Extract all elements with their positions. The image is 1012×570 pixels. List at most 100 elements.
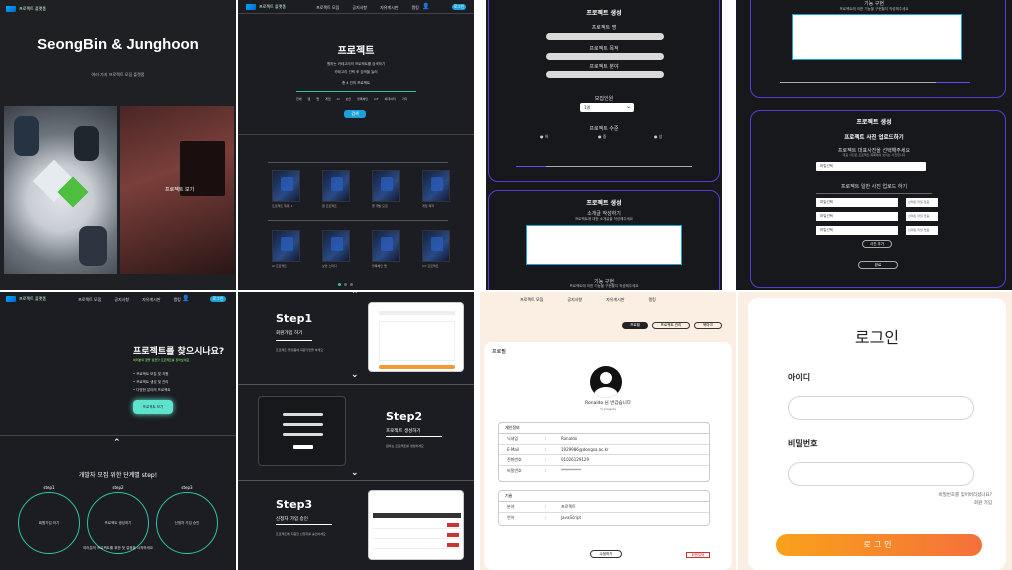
login-button[interactable]: 로그인 bbox=[210, 296, 226, 302]
pagination[interactable] bbox=[338, 283, 353, 286]
tab-project-manage[interactable]: 프로젝트 관리 bbox=[652, 322, 690, 329]
id-input[interactable] bbox=[788, 396, 974, 420]
page-title: 프로젝트 bbox=[337, 46, 375, 57]
file-input-1[interactable]: 파일선택 bbox=[816, 198, 898, 207]
category-option[interactable]: 웹 bbox=[308, 97, 311, 101]
intro-textarea[interactable] bbox=[526, 225, 682, 265]
done-button[interactable]: 완료 bbox=[858, 261, 898, 269]
nav-board[interactable]: 자유게시판 bbox=[380, 5, 398, 11]
password-input[interactable] bbox=[788, 462, 974, 486]
step-number: step2 bbox=[112, 485, 124, 490]
chevron-up-icon[interactable]: ⌃ bbox=[351, 292, 359, 300]
avatar bbox=[590, 366, 622, 398]
project-card-thumb[interactable] bbox=[272, 170, 300, 202]
withdraw-button[interactable]: 회원탈퇴 bbox=[686, 552, 710, 558]
skill-textarea[interactable] bbox=[792, 14, 962, 60]
level-radio-low[interactable]: ● 하 bbox=[540, 134, 548, 140]
step-number: step3 bbox=[181, 485, 193, 490]
cta-button[interactable]: 프로젝트 보기 bbox=[133, 400, 173, 414]
category-option[interactable]: AI bbox=[337, 97, 340, 101]
project-card-thumb[interactable] bbox=[422, 230, 450, 262]
category-option[interactable]: 빅데이터 bbox=[385, 97, 396, 101]
nav-recruit[interactable]: 프로젝트 모집 bbox=[520, 297, 543, 303]
brand-logo[interactable]: 프로젝트 플랫폼 bbox=[6, 6, 46, 12]
nav-notice[interactable]: 공지사항 bbox=[567, 297, 582, 303]
tab-bookmark[interactable]: 북마크 bbox=[694, 322, 722, 329]
brand-logo[interactable]: 프로젝트 플랫폼 bbox=[246, 4, 286, 10]
nav-recruit[interactable]: 프로젝트 모집 bbox=[78, 297, 101, 303]
recruit-value: 1명 bbox=[584, 105, 591, 110]
project-card-thumb[interactable] bbox=[272, 230, 300, 262]
category-option[interactable]: IoT bbox=[374, 97, 379, 101]
user-icon[interactable]: 👤 bbox=[182, 295, 189, 302]
project-count: % projects bbox=[600, 407, 616, 411]
project-card-thumb[interactable] bbox=[322, 230, 350, 262]
file-name-3: 선택된 파일 없음 bbox=[906, 226, 938, 235]
file-input-2[interactable]: 파일선택 bbox=[816, 212, 898, 221]
login-button[interactable]: 로그인 bbox=[452, 4, 466, 10]
skill-desc: 프로젝트에 의한 기능을 구현할지 작성해주세요 bbox=[839, 7, 909, 11]
category-option[interactable]: 전체 bbox=[296, 97, 302, 101]
info-row: 비밀번호: ********** bbox=[507, 468, 581, 473]
feature-bullet: • 프로젝트 생성 및 관리 bbox=[133, 380, 169, 384]
project-purpose-input[interactable] bbox=[546, 53, 664, 60]
category-option[interactable]: 블록체인 bbox=[357, 97, 368, 101]
brand-name: 프로젝트 플랫폼 bbox=[19, 296, 47, 301]
category-option[interactable]: 앱 bbox=[316, 97, 319, 101]
recruit-select[interactable]: 1명 ⌄ bbox=[580, 103, 634, 112]
chevron-down-icon[interactable]: ⌄ bbox=[351, 370, 359, 380]
login-submit-button[interactable]: 로그인 bbox=[776, 534, 982, 556]
user-icon[interactable]: 👤 bbox=[422, 3, 429, 10]
pw-label: 비밀번호 bbox=[788, 439, 818, 448]
chevron-up-icon[interactable]: ⌃ bbox=[113, 438, 121, 448]
category-option[interactable]: 게임 bbox=[325, 97, 331, 101]
rep-file-input[interactable]: 파일선택 bbox=[816, 162, 926, 171]
forgot-password-link[interactable]: 비밀번호를 잊어버리셨나요? bbox=[939, 492, 993, 498]
project-card-thumb[interactable] bbox=[422, 170, 450, 202]
chevron-down-icon[interactable]: ⌄ bbox=[351, 468, 359, 478]
nav-notice[interactable]: 공지사항 bbox=[352, 5, 367, 11]
category-filter: 전체 웹 앱 게임 AI 보안 블록체인 IoT 빅데이터 기타 bbox=[296, 97, 407, 101]
intro-desc: 프로젝트에 대한 소개글을 작성해주세요 bbox=[574, 217, 634, 221]
project-name-input[interactable] bbox=[546, 33, 664, 40]
add-photo-button[interactable]: 사진 추가 bbox=[862, 240, 892, 248]
brand-logo[interactable]: 프로젝트 플랫폼 bbox=[6, 296, 46, 302]
file-input-3[interactable]: 파일선택 bbox=[816, 226, 898, 235]
category-option[interactable]: 기타 bbox=[402, 97, 408, 101]
project-card-title: 게임 제작 bbox=[422, 204, 434, 208]
nav-board[interactable]: 자유게시판 bbox=[606, 297, 624, 303]
panel-upload-photos: 기능 구현 프로젝트에 의한 기능을 구현할지 작성해주세요 프로젝트 생성 프… bbox=[736, 0, 1012, 290]
file-none-text: 선택된 파일 없음 bbox=[908, 214, 930, 218]
brand-name: 프로젝트 플랫폼 bbox=[259, 4, 287, 9]
page-desc-2: 카테고리 선택 후 검색을 눌러 bbox=[334, 70, 378, 74]
hero-title: SeongBin & Junghoon bbox=[37, 36, 199, 53]
step1-screenshot bbox=[368, 302, 464, 372]
project-card-thumb[interactable] bbox=[372, 230, 400, 262]
search-button[interactable]: 검색 bbox=[344, 110, 366, 118]
project-card-thumb[interactable] bbox=[372, 170, 400, 202]
project-card-thumb[interactable] bbox=[322, 170, 350, 202]
tab-profile[interactable]: 프로필 bbox=[622, 322, 648, 329]
step-text: 회원가입 하기 bbox=[38, 520, 60, 525]
login-card: 로그인 아이디 비밀번호 비밀번호를 잊어버리셨나요? 회원 가입 로그인 bbox=[748, 298, 1006, 570]
level-radio-high[interactable]: ● 상 bbox=[654, 134, 662, 140]
bullet-text: 다양한 분야의 프로젝트 bbox=[136, 388, 171, 392]
nav-ranking[interactable]: 랭킹 bbox=[412, 5, 419, 11]
nav-ranking[interactable]: 랭킹 bbox=[174, 297, 181, 303]
info-row: E-Mail:1929986@dongsa.ac.kr bbox=[499, 445, 709, 455]
signup-link[interactable]: 회원 가입 bbox=[974, 500, 992, 506]
project-photo[interactable]: 프로젝트 보기 bbox=[120, 106, 234, 274]
project-field-input[interactable] bbox=[546, 71, 664, 78]
category-option[interactable]: 보안 bbox=[346, 97, 352, 101]
nav-board[interactable]: 자유게시판 bbox=[142, 297, 160, 303]
level-radio-mid[interactable]: ● 중 bbox=[598, 134, 606, 140]
page-desc: 원하는 카테고리의 프로젝트를 검색하기 bbox=[326, 62, 386, 66]
nav-ranking[interactable]: 랭킹 bbox=[649, 297, 656, 303]
info-key: 언어 bbox=[507, 515, 515, 520]
nav-notice[interactable]: 공지사항 bbox=[114, 297, 129, 303]
field-label-name: 프로젝트 명 bbox=[591, 25, 617, 31]
steps-title: 개발자 모집 위한 단계별 step! bbox=[78, 472, 158, 479]
nav-recruit[interactable]: 프로젝트 모집 bbox=[316, 5, 339, 11]
form-title: 프로젝트 생성 bbox=[856, 119, 892, 126]
edit-button[interactable]: 수정하기 bbox=[590, 550, 622, 558]
